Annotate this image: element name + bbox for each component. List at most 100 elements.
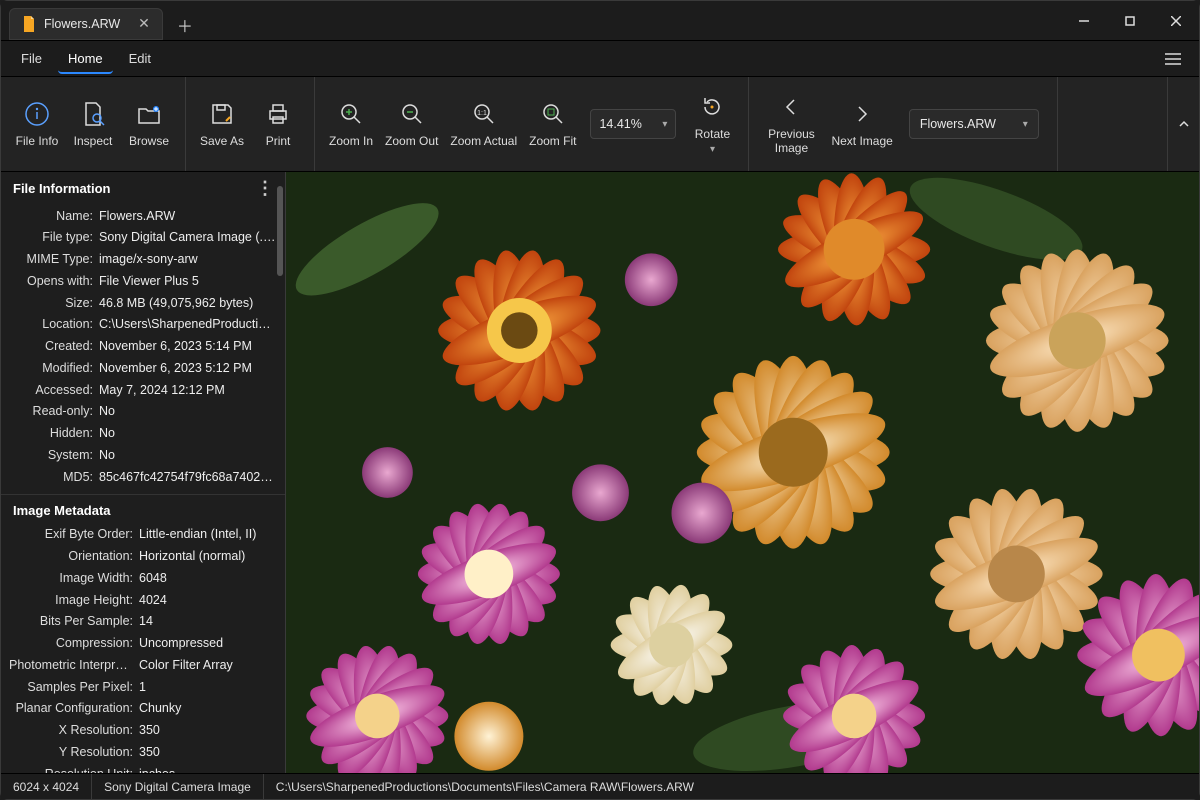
zoom-out-icon [399, 100, 425, 128]
info-value: 1 [139, 678, 277, 697]
zoom-in-icon [338, 100, 364, 128]
info-icon [24, 100, 50, 128]
inspect-button[interactable]: Inspect [65, 86, 121, 162]
document-tab[interactable]: Flowers.ARW ✕ [9, 8, 163, 40]
info-value: No [99, 402, 277, 421]
info-value: Sony Digital Camera Image (.arw) [99, 228, 277, 247]
info-key: File type: [9, 228, 99, 247]
info-row: MIME Type:image/x-sony-arw [1, 249, 285, 271]
minimize-button[interactable] [1061, 1, 1107, 41]
maximize-button[interactable] [1107, 1, 1153, 41]
info-value: 14 [139, 612, 277, 631]
info-key: Photometric Interpreta... [9, 656, 139, 675]
info-row: Read-only:No [1, 401, 285, 423]
info-value: 6048 [139, 569, 277, 588]
menu-edit[interactable]: Edit [119, 43, 161, 74]
zoom-fit-button[interactable]: Zoom Fit [523, 86, 582, 162]
print-button[interactable]: Print [250, 86, 306, 162]
info-sidebar: File Information ⋮ Name:Flowers.ARWFile … [1, 172, 286, 773]
chevron-right-icon [851, 100, 873, 128]
zoom-fit-icon [540, 100, 566, 128]
file-info-button[interactable]: File Info [9, 86, 65, 162]
info-row: Image Height:4024 [1, 589, 285, 611]
info-row: Name:Flowers.ARW [1, 205, 285, 227]
close-tab-icon[interactable]: ✕ [138, 15, 150, 32]
svg-text:1:1: 1:1 [477, 110, 487, 117]
info-key: Image Height: [9, 591, 139, 610]
previous-image-button[interactable]: Previous Image [757, 86, 825, 162]
save-as-button[interactable]: Save As [194, 86, 250, 162]
info-key: Location: [9, 315, 99, 334]
info-row: Accessed:May 7, 2024 12:12 PM [1, 379, 285, 401]
chevron-down-icon: ▾ [710, 144, 715, 155]
info-row: Created:November 6, 2023 5:14 PM [1, 336, 285, 358]
info-value: No [99, 424, 277, 443]
info-value: File Viewer Plus 5 [99, 272, 277, 291]
info-key: Modified: [9, 359, 99, 378]
info-value: November 6, 2023 5:14 PM [99, 337, 277, 356]
info-row: Samples Per Pixel:1 [1, 676, 285, 698]
info-key: Created: [9, 337, 99, 356]
tab-title: Flowers.ARW [44, 17, 120, 31]
info-value: November 6, 2023 5:12 PM [99, 359, 277, 378]
zoom-actual-button[interactable]: 1:1 Zoom Actual [444, 86, 523, 162]
info-key: Exif Byte Order: [9, 525, 139, 544]
chevron-down-icon: ▾ [1023, 119, 1028, 130]
info-key: System: [9, 446, 99, 465]
info-value: Uncompressed [139, 634, 277, 653]
info-value: Flowers.ARW [99, 207, 277, 226]
browse-icon [136, 100, 162, 128]
file-information-header: File Information ⋮ [1, 172, 285, 205]
info-row: Location:C:\Users\SharpenedProduction... [1, 314, 285, 336]
info-row: Bits Per Sample:14 [1, 611, 285, 633]
next-image-button[interactable]: Next Image [825, 86, 898, 162]
info-key: Planar Configuration: [9, 699, 139, 718]
info-key: Hidden: [9, 424, 99, 443]
status-path: C:\Users\SharpenedProductions\Documents\… [264, 774, 706, 799]
sidebar-scrollbar[interactable] [277, 186, 283, 276]
collapse-ribbon-button[interactable] [1167, 77, 1199, 171]
browse-button[interactable]: Browse [121, 86, 177, 162]
rotate-button[interactable]: Rotate ▾ [684, 86, 740, 162]
zoom-in-button[interactable]: Zoom In [323, 86, 379, 162]
info-row: Opens with:File Viewer Plus 5 [1, 270, 285, 292]
info-value: Chunky [139, 699, 277, 718]
info-key: Opens with: [9, 272, 99, 291]
info-row: Y Resolution:350 [1, 741, 285, 763]
info-row: Compression:Uncompressed [1, 633, 285, 655]
menu-home[interactable]: Home [58, 43, 113, 74]
info-key: X Resolution: [9, 721, 139, 740]
zoom-level-select[interactable]: 14.41% ▾ [590, 109, 676, 139]
info-key: Y Resolution: [9, 743, 139, 762]
info-key: Image Width: [9, 569, 139, 588]
image-metadata-header: Image Metadata [1, 497, 285, 524]
status-dimensions: 6024 x 4024 [1, 774, 92, 799]
new-tab-button[interactable]: ＋ [169, 11, 201, 39]
info-value: image/x-sony-arw [99, 250, 277, 269]
info-value: 85c467fc42754f79fc68a74026a6c... [99, 468, 277, 487]
status-filetype: Sony Digital Camera Image [92, 774, 264, 799]
info-key: Size: [9, 294, 99, 313]
info-value: inches [139, 765, 277, 774]
info-value: C:\Users\SharpenedProduction... [99, 315, 277, 334]
info-row: Orientation:Horizontal (normal) [1, 546, 285, 568]
hamburger-menu-icon[interactable] [1157, 45, 1189, 73]
info-value: Little-endian (Intel, II) [139, 525, 277, 544]
info-value: No [99, 446, 277, 465]
zoom-level-value: 14.41% [599, 117, 641, 131]
menu-file[interactable]: File [11, 43, 52, 74]
file-select[interactable]: Flowers.ARW ▾ [909, 109, 1039, 139]
close-window-button[interactable] [1153, 1, 1199, 41]
image-viewer[interactable] [286, 172, 1199, 773]
panel-menu-icon[interactable]: ⋮ [256, 178, 275, 199]
info-key: Accessed: [9, 381, 99, 400]
chevron-left-icon [780, 93, 802, 121]
info-key: Compression: [9, 634, 139, 653]
zoom-out-button[interactable]: Zoom Out [379, 86, 444, 162]
info-key: Bits Per Sample: [9, 612, 139, 631]
info-key: MD5: [9, 468, 99, 487]
info-key: Orientation: [9, 547, 139, 566]
ribbon-toolbar: File Info Inspect Browse Save As Print [1, 77, 1199, 172]
info-row: MD5:85c467fc42754f79fc68a74026a6c... [1, 466, 285, 488]
info-row: Photometric Interpreta...Color Filter Ar… [1, 654, 285, 676]
